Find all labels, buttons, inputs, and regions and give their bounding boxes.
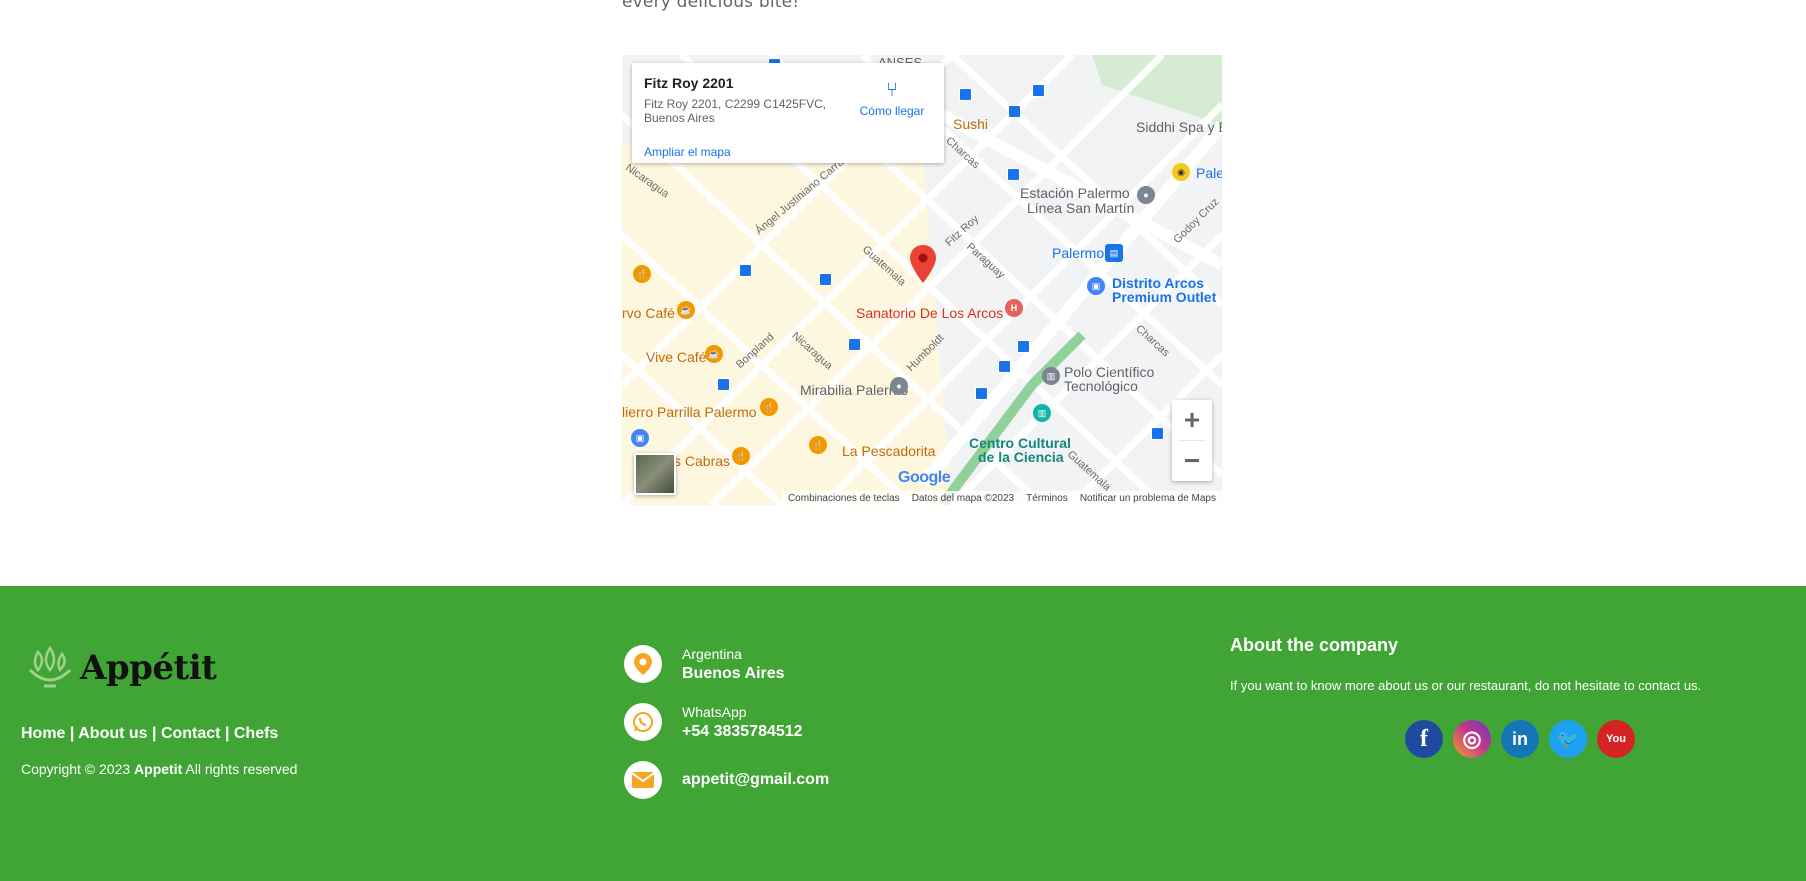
bus-stop-icon — [1151, 427, 1164, 440]
restaurant-icon: 🍴 — [760, 398, 778, 416]
bus-stop-icon — [848, 338, 861, 351]
enlarge-map-link[interactable]: Ampliar el mapa — [644, 145, 731, 159]
bus-stop-icon — [1032, 84, 1045, 97]
train-station-icon: ▤ — [1105, 244, 1123, 262]
copyright-prefix: Copyright © 2023 — [21, 761, 131, 777]
cafe-icon: ☕ — [677, 301, 695, 319]
map-label-cabras: s Cabras — [674, 453, 731, 469]
social-links: f ◎ in 🐦 You — [1405, 720, 1635, 758]
map-data-text: Datos del mapa ©2023 — [911, 492, 1015, 504]
directions-label: Cómo llegar — [859, 104, 925, 118]
map-label-linea: Línea San Martín — [1027, 200, 1135, 216]
whatsapp-label: WhatsApp — [682, 703, 747, 720]
nav-separator: | — [69, 725, 79, 742]
zoom-in-button[interactable]: + — [1172, 400, 1212, 440]
place-pin-icon: ● — [890, 377, 908, 395]
hospital-icon: H — [1005, 299, 1023, 317]
nav-separator: | — [224, 725, 234, 742]
about-text: If you want to know more about us or our… — [1230, 678, 1702, 693]
bus-stop-icon — [717, 378, 730, 391]
map-label-vive-cafe: Vive Café — [646, 349, 707, 365]
map-label-estacion: Estación Palermo — [1020, 185, 1130, 201]
shell-station-icon: ◉ — [1172, 163, 1190, 181]
map-info-card: Fitz Roy 2201 Fitz Roy 2201, C2299 C1425… — [632, 63, 944, 163]
bus-stop-icon — [1007, 168, 1020, 181]
google-logo: Google — [898, 469, 951, 486]
bus-stop-icon — [819, 273, 832, 286]
restaurant-icon: 🍴 — [732, 447, 750, 465]
map-label-polo2: Tecnológico — [1064, 378, 1138, 394]
restaurant-icon: 🍴 — [633, 265, 651, 283]
zoom-out-button[interactable]: − — [1172, 441, 1212, 481]
shopping-icon: ▣ — [631, 429, 649, 447]
google-map[interactable]: ANSES Sushi Siddhi Spa y E Estación Pale… — [622, 55, 1222, 505]
linkedin-icon[interactable]: in — [1501, 720, 1539, 758]
bus-stop-icon — [998, 360, 1011, 373]
restaurant-icon: 🍴 — [809, 436, 827, 454]
contact-whatsapp: WhatsApp +54 3835784512 — [624, 703, 803, 741]
museum-icon: ▥ — [1033, 404, 1051, 422]
brand-logo[interactable]: Appétit — [24, 644, 217, 692]
map-label-rvo-cafe: rvo Café — [622, 305, 675, 321]
intro-text: every delicious bite! — [622, 0, 800, 12]
phone-number[interactable]: +54 3835784512 — [682, 723, 803, 741]
bus-stop-icon — [1017, 340, 1030, 353]
map-label-sanatorio: Sanatorio De Los Arcos — [856, 305, 1004, 321]
city-text: Buenos Aires — [682, 664, 785, 682]
directions-icon: ⑂ — [886, 79, 898, 101]
report-problem-link[interactable]: Notificar un problema de Maps — [1080, 493, 1216, 504]
about-title: About the company — [1230, 635, 1399, 655]
map-label-outlet: Premium Outlet — [1112, 289, 1217, 305]
location-pin-icon[interactable] — [910, 245, 936, 283]
map-label-centro2: de la Ciencia — [978, 449, 1064, 465]
nav-about-link[interactable]: About us — [78, 725, 147, 742]
site-footer: Appétit Home | About us | Contact | Chef… — [0, 586, 1806, 881]
map-label-pale: Pale — [1196, 165, 1222, 181]
whatsapp-icon — [624, 703, 662, 741]
info-card-address: Fitz Roy 2201, C2299 C1425FVC, Buenos Ai… — [644, 97, 827, 125]
nav-chefs-link[interactable]: Chefs — [234, 725, 278, 742]
bus-stop-icon — [959, 88, 972, 101]
twitter-icon[interactable]: 🐦 — [1549, 720, 1587, 758]
map-label-pescadorita: La Pescadorita — [842, 443, 936, 459]
email-address[interactable]: appetit@gmail.com — [682, 771, 829, 789]
bus-stop-icon — [739, 264, 752, 277]
footer-nav: Home | About us | Contact | Chefs — [21, 725, 278, 743]
shopping-icon: ▣ — [1087, 277, 1105, 295]
nav-home-link[interactable]: Home — [21, 725, 65, 742]
nav-contact-link[interactable]: Contact — [161, 725, 221, 742]
map-label-lierro: lierro Parrilla Palermo — [622, 404, 757, 420]
museum-icon: ▥ — [1042, 367, 1060, 385]
contact-location: Argentina Buenos Aires — [624, 645, 785, 683]
directions-button[interactable]: ⑂ Cómo llegar — [852, 79, 932, 118]
map-attribution: Combinaciones de teclas Datos del mapa ©… — [781, 491, 1222, 505]
cafe-icon: ☕ — [705, 345, 723, 363]
satellite-layer-toggle[interactable] — [634, 453, 676, 495]
leaf-bowl-icon — [28, 645, 72, 688]
map-label-palermo: Palermo — [1052, 245, 1105, 261]
bus-stop-icon — [975, 387, 988, 400]
map-label-sushi: Sushi — [953, 116, 989, 132]
copyright-suffix: All rights reserved — [185, 761, 298, 777]
bus-stop-icon — [1008, 105, 1021, 118]
copyright-text: Copyright © 2023 Appetit All rights rese… — [21, 761, 297, 777]
place-pin-icon: ● — [1137, 186, 1155, 204]
terms-link[interactable]: Términos — [1026, 493, 1068, 504]
email-icon — [624, 761, 662, 799]
instagram-icon[interactable]: ◎ — [1453, 720, 1491, 758]
brand-name: Appétit — [80, 648, 217, 688]
keyboard-shortcuts-link[interactable]: Combinaciones de teclas — [788, 493, 900, 504]
facebook-icon[interactable]: f — [1405, 720, 1443, 758]
copyright-brand: Appetit — [134, 761, 183, 777]
youtube-icon[interactable]: You — [1597, 720, 1635, 758]
map-label-siddhi: Siddhi Spa y E — [1136, 119, 1222, 135]
contact-email: appetit@gmail.com — [624, 761, 829, 799]
nav-separator: | — [152, 725, 161, 742]
info-card-title: Fitz Roy 2201 — [644, 75, 734, 91]
zoom-controls: + − — [1172, 400, 1212, 481]
country-text: Argentina — [682, 645, 742, 662]
location-icon — [624, 645, 662, 683]
